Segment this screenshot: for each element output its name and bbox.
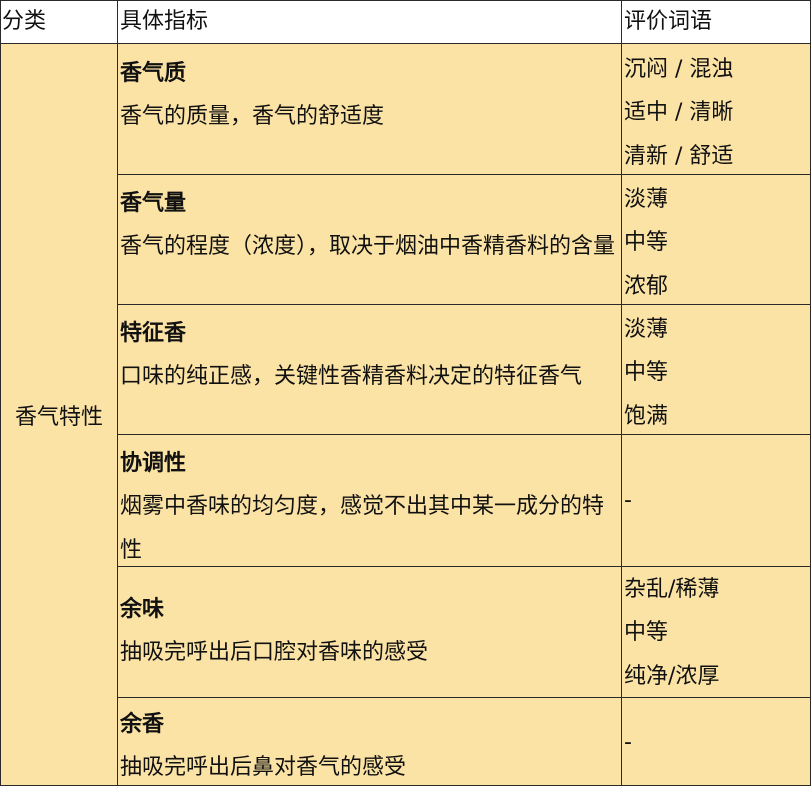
term: 沉闷 / 混浊	[624, 57, 734, 83]
header-indicator: 具体指标	[118, 0, 622, 44]
row-divider	[118, 434, 811, 435]
terms-cell: -	[622, 700, 811, 786]
header-category: 分类	[0, 0, 118, 44]
term: 中等	[624, 620, 669, 646]
category-cell: 香气特性	[0, 44, 118, 786]
term: 杂乱/稀薄	[624, 577, 720, 603]
indicator-name: 协调性	[120, 451, 187, 476]
indicator-description: 香气的程度（浓度），取决于烟油中香精香料的含量	[120, 234, 616, 260]
row-divider	[118, 174, 811, 175]
term: 浓郁	[624, 273, 669, 299]
term: 中等	[624, 360, 669, 386]
term: 淡薄	[624, 317, 669, 343]
indicator-description: 烟雾中香味的均匀度，感觉不出其中某一成分的特性	[120, 494, 605, 563]
indicator-cell: 余味 抽吸完呼出后口腔对香味的感受	[118, 566, 624, 696]
table-border-left	[0, 0, 1, 786]
indicator-cell: 香气量 香气的程度（浓度），取决于烟油中香精香料的含量	[118, 182, 624, 304]
column-divider	[621, 0, 622, 786]
indicator-cell: 香气质 香气的质量，香气的舒适度	[118, 52, 624, 174]
terms-cell: -	[622, 436, 811, 566]
indicator-description: 抽吸完呼出后口腔对香味的感受	[120, 640, 429, 665]
indicator-name: 香气量	[120, 191, 187, 216]
term: -	[624, 488, 632, 514]
evaluation-table: 分类 具体指标 评价词语 香气特性 香气质 香气的质量，香气的舒适度 沉闷 / …	[0, 0, 811, 786]
indicator-description: 香气的质量，香气的舒适度	[120, 104, 385, 130]
indicator-name: 特征香	[120, 321, 187, 346]
term: 清新 / 舒适	[624, 143, 734, 169]
row-divider	[118, 304, 811, 305]
table-border-top	[0, 0, 811, 1]
row-divider	[118, 566, 811, 567]
term: 中等	[624, 230, 669, 256]
terms-cell: 淡薄 中等 饱满	[622, 312, 811, 434]
indicator-name: 余味	[120, 596, 165, 622]
row-divider	[118, 697, 811, 698]
indicator-description: 抽吸完呼出后鼻对香气的感受	[120, 755, 407, 781]
indicator-name: 香气质	[120, 61, 187, 86]
indicator-name: 余香	[120, 712, 165, 737]
indicator-description: 口味的纯正感，关键性香精香料决定的特征香气	[120, 364, 583, 390]
term: -	[624, 730, 632, 756]
term: 适中 / 清晰	[624, 100, 734, 126]
indicator-cell: 余香 抽吸完呼出后鼻对香气的感受	[118, 703, 624, 785]
column-divider	[117, 0, 118, 786]
term: 纯净/浓厚	[624, 663, 720, 689]
term: 饱满	[624, 403, 669, 429]
indicator-cell: 特征香 口味的纯正感，关键性香精香料决定的特征香气	[118, 312, 624, 434]
header-terms: 评价词语	[622, 0, 811, 44]
header-divider	[0, 43, 811, 44]
indicator-cell: 协调性 烟雾中香味的均匀度，感觉不出其中某一成分的特性	[118, 442, 624, 564]
terms-cell: 淡薄 中等 浓郁	[622, 182, 811, 304]
term: 淡薄	[624, 187, 669, 213]
terms-cell: 杂乱/稀薄 中等 纯净/浓厚	[622, 572, 811, 694]
category-label: 香气特性	[14, 405, 103, 430]
terms-cell: 沉闷 / 混浊 适中 / 清晰 清新 / 舒适	[622, 52, 811, 174]
